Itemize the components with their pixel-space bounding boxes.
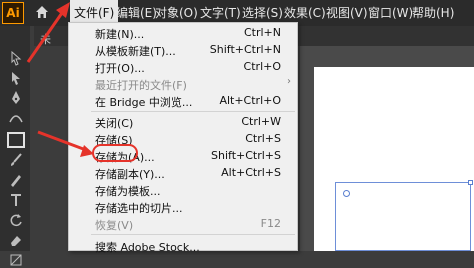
selection-tool-icon[interactable] — [8, 50, 24, 66]
menu-view[interactable]: 视图(V) — [326, 0, 368, 26]
menu-window[interactable]: 窗口(W) — [368, 0, 413, 26]
type-tool-icon[interactable] — [8, 192, 24, 208]
corner-handle[interactable] — [468, 180, 473, 185]
file-menu-dropdown: 新建(N)... Ctrl+N 从模板新建(T)... Shift+Ctrl+N 打… — [68, 22, 298, 254]
menu-item-label: 恢复(V) — [95, 219, 134, 232]
center-point-marker[interactable] — [343, 190, 350, 197]
rectangle-tool-icon[interactable] — [6, 130, 26, 150]
menu-item-shortcut: F12 — [260, 217, 281, 230]
pen-tool-icon[interactable] — [8, 90, 24, 106]
menu-item-label: 搜索 Adobe Stock... — [95, 241, 200, 254]
menu-item-search-adobe-stock[interactable]: 搜索 Adobe Stock... — [69, 236, 297, 256]
curvature-tool-icon[interactable] — [8, 110, 24, 126]
scale-tool-icon[interactable] — [8, 252, 24, 268]
menu-item-shortcut: Ctrl+W — [241, 115, 281, 128]
pencil-tool-icon[interactable] — [8, 172, 24, 188]
eraser-tool-icon[interactable] — [8, 232, 24, 248]
menu-item-shortcut: Shift+Ctrl+S — [211, 149, 281, 162]
home-icon[interactable] — [34, 4, 50, 20]
rotate-tool-icon[interactable] — [8, 212, 24, 228]
submenu-arrow-icon: › — [287, 76, 291, 87]
menu-item-revert[interactable]: 恢复(V) F12 — [69, 214, 297, 234]
direct-selection-tool-icon[interactable] — [8, 70, 24, 86]
menu-item-shortcut: Ctrl+S — [245, 132, 281, 145]
annotation-circle — [92, 144, 138, 162]
selected-rectangle[interactable] — [335, 182, 471, 251]
menu-item-shortcut: Ctrl+O — [243, 60, 281, 73]
app-logo: Ai — [2, 2, 24, 24]
document-tab[interactable]: 未 — [40, 31, 51, 47]
menu-item-shortcut: Ctrl+N — [243, 26, 281, 39]
menu-item-label: 在 Bridge 中浏览... — [95, 96, 193, 109]
menu-help[interactable]: 帮助(H) — [412, 0, 454, 26]
menu-item-shortcut: Alt+Ctrl+O — [219, 94, 281, 107]
menu-separator — [91, 234, 295, 235]
brush-tool-icon[interactable] — [8, 152, 24, 168]
menu-item-shortcut: Alt+Ctrl+S — [221, 166, 281, 179]
menu-item-browse-in-bridge[interactable]: 在 Bridge 中浏览... Alt+Ctrl+O — [69, 91, 297, 111]
menu-item-shortcut: Shift+Ctrl+N — [209, 43, 281, 56]
tools-panel — [0, 26, 30, 266]
